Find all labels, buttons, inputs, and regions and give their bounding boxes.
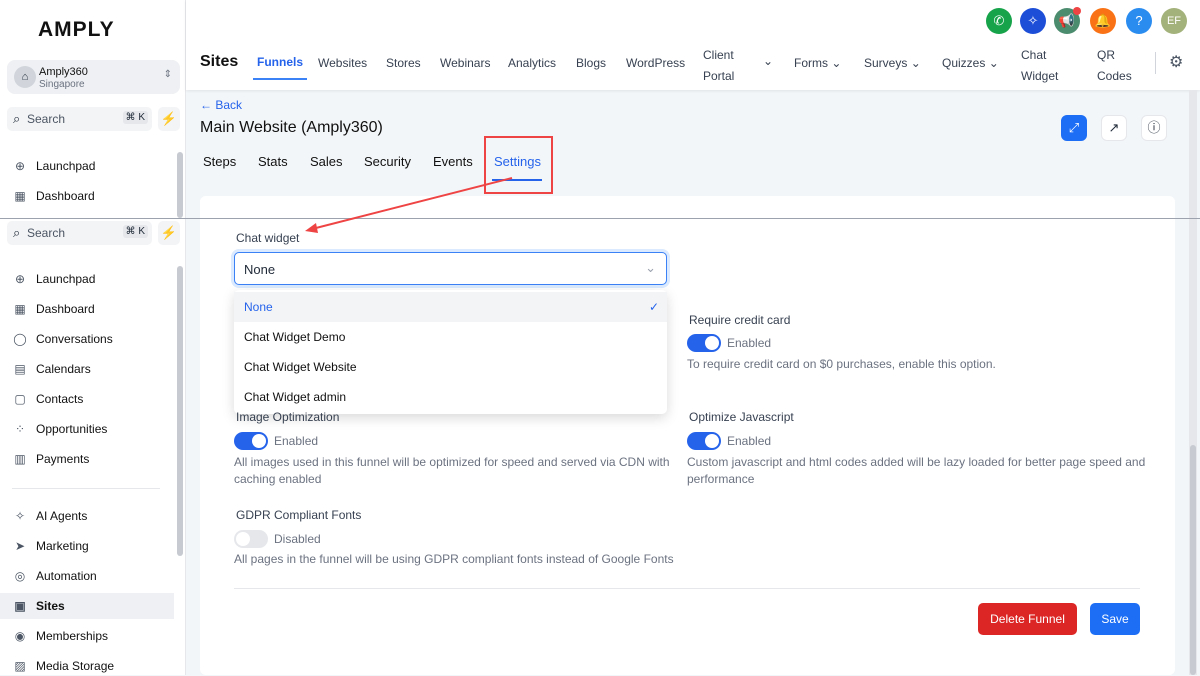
credit-card-toggle[interactable] xyxy=(687,334,721,352)
divider xyxy=(234,588,1140,589)
image-optimization-toggle[interactable] xyxy=(234,432,268,450)
image-optimization-title: Image Optimization xyxy=(236,410,340,424)
optimize-js-desc: Custom javascript and html codes added w… xyxy=(687,455,1146,486)
selected-value: None xyxy=(244,262,276,277)
optimize-js-state: Enabled xyxy=(727,434,772,448)
option-chat-widget-demo[interactable]: Chat Widget Demo xyxy=(234,322,667,352)
image-optimization-state: Enabled xyxy=(274,434,319,448)
check-icon: ✓ xyxy=(648,300,659,314)
gdpr-fonts-desc: All pages in the funnel will be using GD… xyxy=(234,552,674,566)
chat-widget-label: Chat widget xyxy=(236,231,300,245)
delete-funnel-button[interactable]: Delete Funnel xyxy=(978,603,1077,635)
optimize-js-title: Optimize Javascript xyxy=(689,410,794,424)
credit-card-state: Enabled xyxy=(727,336,772,350)
save-button[interactable]: Save xyxy=(1090,603,1140,635)
image-optimization-desc: All images used in this funnel will be o… xyxy=(234,455,670,486)
chevron-down-icon: ⌄ xyxy=(645,260,656,275)
label: None xyxy=(244,300,273,314)
chat-widget-menu: None ✓ Chat Widget Demo Chat Widget Websi… xyxy=(234,290,667,414)
optimize-js-toggle[interactable] xyxy=(687,432,721,450)
gdpr-fonts-state: Disabled xyxy=(274,532,321,546)
option-chat-widget-admin[interactable]: Chat Widget admin xyxy=(234,382,667,412)
gdpr-fonts-toggle[interactable] xyxy=(234,530,268,548)
option-none[interactable]: None ✓ xyxy=(234,292,667,322)
option-chat-widget-website[interactable]: Chat Widget Website xyxy=(234,352,667,382)
chat-widget-select[interactable]: None ⌄ xyxy=(234,252,667,285)
credit-card-title: Require credit card xyxy=(689,313,791,327)
gdpr-fonts-title: GDPR Compliant Fonts xyxy=(236,508,362,522)
credit-card-desc: To require credit card on $0 purchases, … xyxy=(687,357,996,371)
